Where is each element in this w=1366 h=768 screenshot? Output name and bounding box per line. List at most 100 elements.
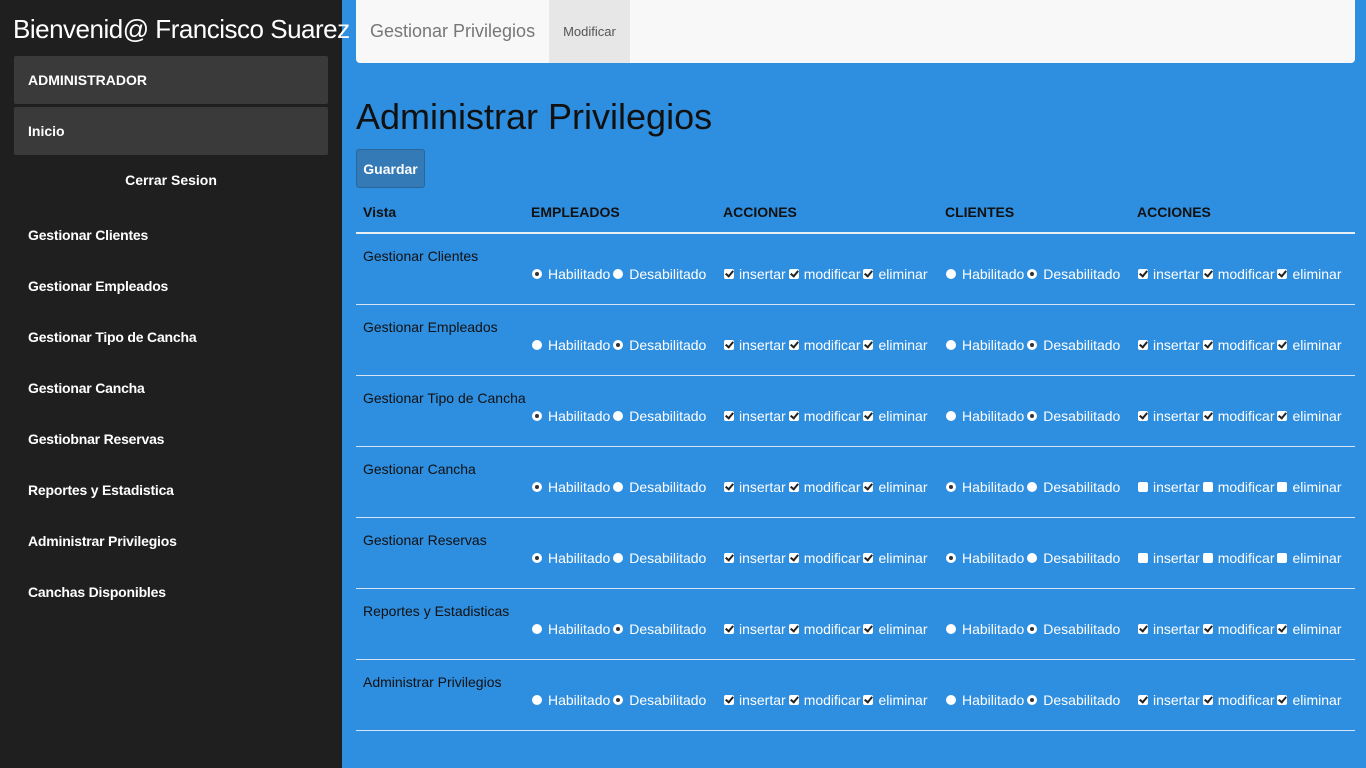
row-vista-label: Gestionar Cancha xyxy=(363,461,476,477)
clientes-action-checkbox-label: eliminar xyxy=(1292,408,1342,424)
clientes-radio-habilitado[interactable] xyxy=(946,411,956,421)
clientes-action-checkbox-modificar[interactable] xyxy=(1202,624,1213,634)
clientes-action-checkbox-modificar[interactable] xyxy=(1202,411,1213,421)
empleados-radio-desabilitado[interactable] xyxy=(613,695,624,705)
empleados-radio-habilitado[interactable] xyxy=(532,482,542,492)
empleados-action-checkbox-insertar[interactable] xyxy=(724,695,734,705)
empleados-action-checkbox-modificar[interactable] xyxy=(788,482,799,492)
empleados-action-checkbox-label: insertar xyxy=(739,408,786,424)
sidebar-item-gestionar-tipo-cancha[interactable]: Gestionar Tipo de Cancha xyxy=(28,326,197,377)
clientes-action-checkbox-label: insertar xyxy=(1153,337,1200,353)
clientes-radio-habilitado[interactable] xyxy=(946,482,956,492)
empleados-action-checkbox-modificar[interactable] xyxy=(788,624,799,634)
tab-modificar[interactable]: Modificar xyxy=(549,0,630,63)
clientes-action-checkbox-eliminar[interactable] xyxy=(1277,482,1288,492)
empleados-action-checkbox-insertar[interactable] xyxy=(724,269,734,279)
clientes-radio-label: Desabilitado xyxy=(1043,337,1121,353)
empleados-radio-desabilitado[interactable] xyxy=(613,411,624,421)
empleados-radio-habilitado[interactable] xyxy=(532,624,542,634)
clientes-action-checkbox-insertar[interactable] xyxy=(1138,695,1148,705)
sidebar-item-canchas-disponibles[interactable]: Canchas Disponibles xyxy=(28,581,196,632)
empleados-action-checkbox-group: insertar modificar eliminar xyxy=(724,264,931,284)
clientes-action-checkbox-eliminar[interactable] xyxy=(1277,553,1288,563)
empleados-action-checkbox-label: modificar xyxy=(803,692,861,708)
empleados-radio-habilitado[interactable] xyxy=(532,411,542,421)
clientes-action-checkbox-insertar[interactable] xyxy=(1138,553,1148,563)
empleados-action-checkbox-modificar[interactable] xyxy=(788,695,799,705)
empleados-action-checkbox-eliminar[interactable] xyxy=(863,695,874,705)
clientes-action-checkbox-insertar[interactable] xyxy=(1138,482,1148,492)
clientes-action-checkbox-eliminar[interactable] xyxy=(1277,411,1288,421)
empleados-action-checkbox-eliminar[interactable] xyxy=(863,269,874,279)
sidebar-item-gestionar-cancha[interactable]: Gestionar Cancha xyxy=(28,377,196,428)
clientes-action-checkbox-eliminar[interactable] xyxy=(1277,695,1288,705)
empleados-action-checkbox-eliminar[interactable] xyxy=(863,482,874,492)
sidebar-role-button[interactable]: ADMINISTRADOR xyxy=(14,56,328,104)
clientes-action-checkbox-insertar[interactable] xyxy=(1138,340,1148,350)
clientes-action-checkbox-modificar[interactable] xyxy=(1202,340,1213,350)
clientes-radio-desabilitado[interactable] xyxy=(1027,482,1038,492)
empleados-action-checkbox-insertar[interactable] xyxy=(724,340,734,350)
empleados-action-checkbox-modificar[interactable] xyxy=(788,340,799,350)
empleados-radio-habilitado[interactable] xyxy=(532,553,542,563)
sidebar-item-gestionar-reservas[interactable]: Gestiobnar Reservas xyxy=(28,428,196,479)
empleados-radio-habilitado[interactable] xyxy=(532,340,542,350)
empleados-radio-habilitado[interactable] xyxy=(532,695,542,705)
clientes-radio-habilitado[interactable] xyxy=(946,553,956,563)
empleados-action-checkbox-label: insertar xyxy=(739,266,786,282)
empleados-action-checkbox-eliminar[interactable] xyxy=(863,624,874,634)
clientes-action-checkbox-insertar[interactable] xyxy=(1138,624,1148,634)
empleados-radio-label: Desabilitado xyxy=(629,621,707,637)
clientes-action-checkbox-label: modificar xyxy=(1217,621,1275,637)
empleados-action-checkbox-insertar[interactable] xyxy=(724,624,734,634)
empleados-radio-desabilitado[interactable] xyxy=(613,624,624,634)
empleados-action-checkbox-modificar[interactable] xyxy=(788,553,799,563)
clientes-radio-label: Habilitado xyxy=(962,479,1025,495)
empleados-radio-label: Habilitado xyxy=(548,408,611,424)
table-body: Gestionar Clientes Habilitado Desabilitado… xyxy=(356,234,1355,731)
clientes-action-checkbox-eliminar[interactable] xyxy=(1277,340,1288,350)
empleados-action-checkbox-modificar[interactable] xyxy=(788,411,799,421)
clientes-radio-desabilitado[interactable] xyxy=(1027,624,1038,634)
clientes-action-checkbox-modificar[interactable] xyxy=(1202,695,1213,705)
sidebar-item-administrar-privilegios[interactable]: Administrar Privilegios xyxy=(28,530,196,581)
clientes-radio-desabilitado[interactable] xyxy=(1027,411,1038,421)
clientes-action-checkbox-modificar[interactable] xyxy=(1202,482,1213,492)
empleados-action-checkbox-insertar[interactable] xyxy=(724,482,734,492)
sidebar-home-button[interactable]: Inicio xyxy=(14,107,328,155)
empleados-radio-habilitado[interactable] xyxy=(532,269,542,279)
empleados-action-checkbox-insertar[interactable] xyxy=(724,411,734,421)
save-button[interactable]: Guardar xyxy=(356,149,425,188)
empleados-action-checkbox-label: modificar xyxy=(803,479,861,495)
logout-link[interactable]: Cerrar Sesion xyxy=(14,172,328,194)
clientes-action-checkbox-modificar[interactable] xyxy=(1202,553,1213,563)
clientes-action-checkbox-insertar[interactable] xyxy=(1138,411,1148,421)
clientes-radio-habilitado[interactable] xyxy=(946,340,956,350)
clientes-radio-habilitado[interactable] xyxy=(946,695,956,705)
sidebar-item-gestionar-empleados[interactable]: Gestionar Empleados xyxy=(28,275,196,326)
sidebar-item-gestionar-clientes[interactable]: Gestionar Clientes xyxy=(28,224,196,275)
empleados-radio-label: Habilitado xyxy=(548,337,611,353)
empleados-radio-desabilitado[interactable] xyxy=(613,482,624,492)
empleados-action-checkbox-eliminar[interactable] xyxy=(863,553,874,563)
clientes-radio-habilitado[interactable] xyxy=(946,269,956,279)
empleados-action-checkbox-eliminar[interactable] xyxy=(863,340,874,350)
empleados-action-checkbox-modificar[interactable] xyxy=(788,269,799,279)
clientes-action-checkbox-insertar[interactable] xyxy=(1138,269,1148,279)
clientes-radio-habilitado[interactable] xyxy=(946,624,956,634)
empleados-radio-desabilitado[interactable] xyxy=(613,269,624,279)
empleados-action-checkbox-eliminar[interactable] xyxy=(863,411,874,421)
clientes-radio-desabilitado[interactable] xyxy=(1027,553,1038,563)
clientes-radio-desabilitado[interactable] xyxy=(1027,269,1038,279)
navbar-brand[interactable]: Gestionar Privilegios xyxy=(356,0,549,63)
empleados-action-checkbox-group: insertar modificar eliminar xyxy=(724,548,931,568)
empleados-action-checkbox-insertar[interactable] xyxy=(724,553,734,563)
empleados-radio-desabilitado[interactable] xyxy=(613,340,624,350)
clientes-action-checkbox-eliminar[interactable] xyxy=(1277,624,1288,634)
clientes-radio-desabilitado[interactable] xyxy=(1027,340,1038,350)
sidebar-item-reportes[interactable]: Reportes y Estadistica xyxy=(28,479,196,530)
clientes-action-checkbox-eliminar[interactable] xyxy=(1277,269,1288,279)
clientes-action-checkbox-modificar[interactable] xyxy=(1202,269,1213,279)
empleados-radio-desabilitado[interactable] xyxy=(613,553,624,563)
clientes-radio-desabilitado[interactable] xyxy=(1027,695,1038,705)
